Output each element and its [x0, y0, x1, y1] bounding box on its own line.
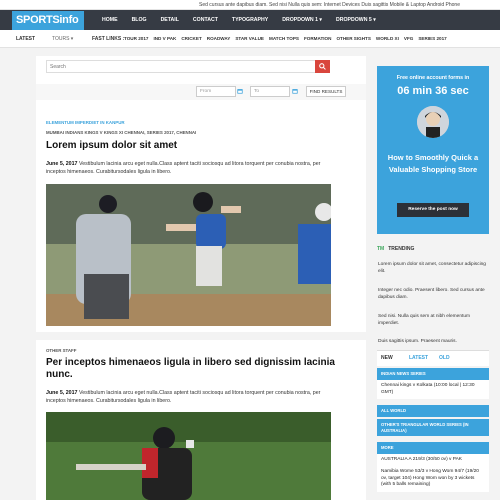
post-title[interactable]: Per inceptos himenaeos ligula in libero …	[46, 357, 346, 381]
post-excerpt: June 5, 2017 Vestibulum lacinia arcu ege…	[46, 160, 336, 176]
trending-label: TRENDING	[388, 246, 415, 252]
fast-link[interactable]: SERIES 2017	[418, 36, 446, 41]
tours-dropdown[interactable]: TOURS ▾	[52, 36, 73, 42]
post-category[interactable]: ELEMENTUM IMPERDIET IN KANPUR	[46, 120, 125, 125]
post-title[interactable]: Lorem ipsum dolor sit amet	[46, 140, 346, 152]
nav-home[interactable]: HOME	[102, 14, 118, 26]
fast-link[interactable]: FORMATION	[304, 36, 331, 41]
series-heading[interactable]: INDIAN NEWS SERIES	[377, 368, 489, 380]
search-input[interactable]	[47, 61, 307, 72]
series-item[interactable]: Namibia Wome 53/3 v Hong Wom 94/7 (19/20…	[377, 466, 489, 492]
fast-link[interactable]: ROADWAY	[207, 36, 231, 41]
ad-intro-text: Free online account forms in	[396, 75, 470, 81]
fast-links: TOUR 2017 IND V PAK CRICKET ROADWAY STAR…	[124, 36, 452, 41]
post-image[interactable]	[46, 184, 331, 326]
nav-typography[interactable]: TYPOGRAPHY	[232, 14, 268, 26]
date-filter-row: From To FIND RESULTS	[36, 84, 366, 100]
find-results-button[interactable]: FIND RESULTS	[306, 86, 346, 97]
tab-latest[interactable]: LATEST	[409, 355, 428, 361]
fast-link[interactable]: CRICKET	[181, 36, 201, 41]
site-logo[interactable]: SPORTSinfo	[12, 11, 84, 30]
to-date-field[interactable]: To	[250, 86, 290, 97]
fast-link[interactable]: STAR VALUE	[235, 36, 264, 41]
series-item[interactable]: Chennai kings v Kolkata (10:00 local | 1…	[377, 380, 489, 399]
post-category[interactable]: OTHER STAFF	[46, 348, 76, 353]
post-date: June 5, 2017	[46, 390, 78, 396]
trending-heading: TM TRENDING	[377, 246, 489, 252]
fast-link[interactable]: TOUR 2017	[124, 36, 148, 41]
series-heading[interactable]: OTHER'S TRIANGULAR WORLD SERIES (IN AUST…	[377, 419, 489, 436]
ticker-text[interactable]: Sed cursus ante dapibus diam. Sed nisi N…	[199, 2, 460, 8]
post-excerpt: June 5, 2017 Vestibulum lacinia arcu ege…	[46, 389, 336, 405]
main-content: From To FIND RESULTS ELEMENTUM IMPERDIET…	[36, 56, 366, 500]
post-date: June 5, 2017	[46, 161, 78, 167]
main-nav: HOME BLOG DETAIL CONTACT TYPOGRAPHY DROP…	[102, 14, 390, 26]
promo-ad-box: Free online account forms in 06 min 36 s…	[377, 66, 489, 234]
ad-headline: How to Smoothly Quick a Valuable Shoppin…	[387, 153, 479, 174]
series-item[interactable]: AUSTRALIA A 219/3 (30/50 ov) v PAK	[377, 454, 489, 467]
series-heading[interactable]: MORE	[377, 442, 489, 454]
fast-link[interactable]: MATCH TOPS	[269, 36, 299, 41]
trending-badge: TM	[377, 246, 385, 252]
post-excerpt-text: Vestibulum lacinia arcu eget nulla.Class…	[46, 161, 321, 175]
sub-nav-bar: LATEST TOURS ▾ FAST LINKS : TOUR 2017 IN…	[0, 30, 500, 48]
search-button[interactable]	[315, 60, 330, 73]
fast-link[interactable]: IND V PAK	[153, 36, 176, 41]
trending-section: TM TRENDING Lorem ipsum dolor sit amet, c…	[377, 246, 489, 344]
post-image[interactable]	[46, 412, 331, 500]
post-excerpt-text: Vestibulum lacinia arcu eget nulla.Class…	[46, 390, 321, 404]
trending-item[interactable]: Duis sagittis ipsum. Praesent mauris.	[378, 338, 488, 345]
trending-item[interactable]: Sed nisi. Nulla quis sem at nibh element…	[378, 313, 488, 327]
search-bar	[46, 60, 330, 73]
fast-links-label: FAST LINKS :	[92, 36, 125, 42]
nav-dropdown-1[interactable]: DROPDOWN 1 ▾	[282, 14, 322, 26]
ad-countdown: 06 min 36 sec	[397, 85, 469, 97]
news-tabs: NEW LATEST OLD	[377, 350, 489, 366]
nav-blog[interactable]: BLOG	[132, 14, 147, 26]
nav-dropdown-5[interactable]: DROPDOWN 5 ▾	[336, 14, 376, 26]
fast-link[interactable]: OTHER SIGHTS	[336, 36, 370, 41]
tab-new[interactable]: NEW	[381, 355, 393, 361]
nav-contact[interactable]: CONTACT	[193, 14, 218, 26]
ticker-bar: Sed cursus ante dapibus diam. Sed nisi N…	[0, 0, 500, 10]
nav-detail[interactable]: DETAIL	[161, 14, 179, 26]
tab-old[interactable]: OLD	[439, 355, 450, 361]
baseball-photo	[46, 184, 331, 326]
trending-item[interactable]: Integer nec odio. Praesent libero. Sed c…	[378, 287, 488, 301]
avatar	[417, 106, 449, 138]
trending-item[interactable]: Lorem ipsum dolor sit amet, consectetur …	[378, 261, 488, 275]
cricket-photo	[46, 412, 331, 500]
calendar-icon[interactable]	[237, 88, 243, 94]
from-date-field[interactable]: From	[196, 86, 236, 97]
fast-link[interactable]: WORLD XI	[376, 36, 399, 41]
post-tags[interactable]: MUMBAI INDIANS KINGS V KINGS XI CHENNAI,…	[46, 130, 196, 135]
post-divider	[36, 332, 366, 340]
calendar-icon[interactable]	[292, 88, 298, 94]
reserve-post-button[interactable]: Reserve the post now	[397, 203, 469, 217]
latest-label[interactable]: LATEST	[16, 36, 35, 42]
search-icon	[319, 63, 326, 70]
fast-link[interactable]: VFG	[404, 36, 413, 41]
series-heading[interactable]: ALL WORLD	[377, 405, 489, 417]
